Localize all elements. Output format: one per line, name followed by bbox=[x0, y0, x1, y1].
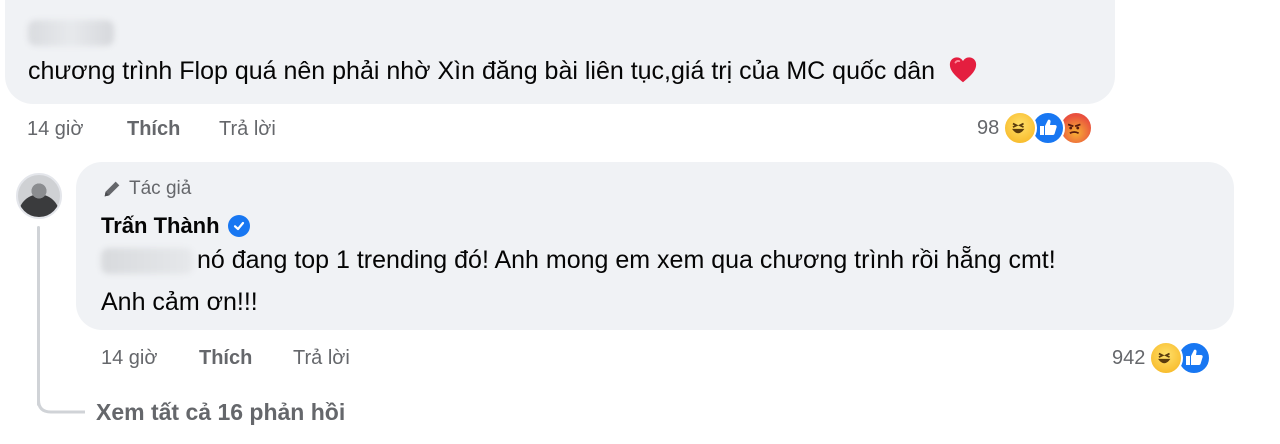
reply-reply-button[interactable]: Trả lời bbox=[293, 346, 350, 370]
see-all-replies-link[interactable]: Xem tất cả 16 phản hồi bbox=[96, 399, 345, 426]
avatar[interactable] bbox=[16, 173, 62, 219]
reply-button[interactable]: Trả lời bbox=[219, 117, 276, 141]
reply-time[interactable]: 14 giờ bbox=[101, 346, 157, 370]
author-badge-label: Tác giả bbox=[129, 178, 192, 199]
pencil-icon bbox=[104, 181, 120, 197]
reaction-summary[interactable]: 98 bbox=[977, 111, 1094, 145]
author-badge: Tác giả bbox=[101, 178, 191, 200]
reply-reaction-count: 942 bbox=[1112, 346, 1146, 369]
comment-text: chương trình Flop quá nên phải nhờ Xìn đ… bbox=[28, 54, 978, 88]
author-name-text[interactable]: Trấn Thành bbox=[101, 213, 220, 239]
reply-like-button[interactable]: Thích bbox=[199, 346, 252, 370]
reply-text-line1: nó đang top 1 trending đó! Anh mong em x… bbox=[101, 243, 1056, 277]
like-button[interactable]: Thích bbox=[127, 117, 180, 141]
mentioned-name-blurred[interactable] bbox=[101, 248, 193, 275]
comment-text-content: chương trình Flop quá nên phải nhờ Xìn đ… bbox=[28, 57, 936, 85]
thread-curve bbox=[37, 390, 85, 414]
reply-text-content: nó đang top 1 trending đó! Anh mong em x… bbox=[197, 246, 1056, 274]
haha-icon bbox=[1003, 111, 1038, 145]
reply-text-line2: Anh cảm ơn!!! bbox=[101, 288, 258, 316]
reply-reaction-summary[interactable]: 942 bbox=[1112, 341, 1212, 375]
verified-badge-icon bbox=[227, 215, 250, 237]
haha-icon bbox=[1149, 341, 1184, 375]
author-name[interactable]: Trấn Thành bbox=[101, 213, 250, 239]
commenter-name-blurred[interactable] bbox=[28, 20, 114, 46]
comment-bubble bbox=[5, 0, 1115, 104]
thread-line bbox=[37, 226, 40, 406]
reaction-count: 98 bbox=[977, 116, 1000, 139]
comment-time[interactable]: 14 giờ bbox=[27, 117, 83, 141]
heart-icon bbox=[949, 57, 977, 83]
